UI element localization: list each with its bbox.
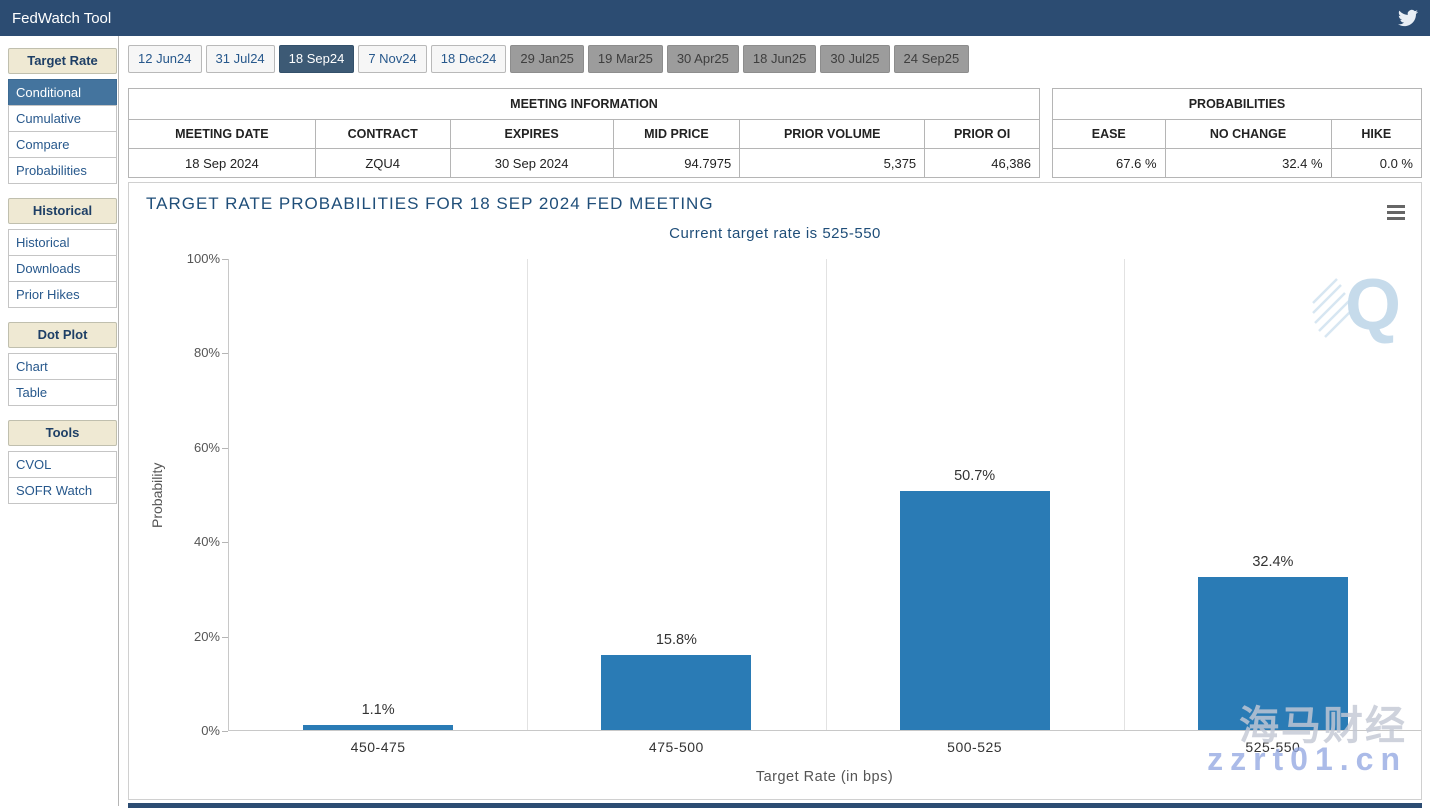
cell-hike: 0.0 % [1331,149,1421,178]
plot-area: 1.1%450-47515.8%475-50050.7%500-52532.4%… [228,259,1421,731]
sidebar-item-conditional[interactable]: Conditional [8,79,117,106]
tab-18-sep24[interactable]: 18 Sep24 [279,45,355,73]
tab-19-mar25[interactable]: 19 Mar25 [588,45,663,73]
app-header: FedWatch Tool [0,0,1430,36]
cell-meeting-date: 18 Sep 2024 [129,149,316,178]
y-tick-mark [222,448,228,449]
sidebar-item-cvol[interactable]: CVOL [8,451,117,478]
cell-ease: 67.6 % [1053,149,1166,178]
y-tick-mark [222,637,228,638]
y-tick-label: 60% [160,440,220,455]
sidebar-item-chart[interactable]: Chart [8,353,117,380]
tab-30-apr25[interactable]: 30 Apr25 [667,45,739,73]
y-tick-mark [222,542,228,543]
y-tick-label: 0% [160,723,220,738]
column-header-ease: EASE [1053,120,1166,149]
column-header-prior-oi: PRIOR OI [925,120,1040,149]
meeting-information-table-title: MEETING INFORMATION [129,89,1040,120]
sidebar-item-prior-hikes[interactable]: Prior Hikes [8,281,117,308]
tab-18-jun25[interactable]: 18 Jun25 [743,45,817,73]
chart-title: TARGET RATE PROBABILITIES FOR 18 SEP 202… [146,194,714,214]
bar-450-475[interactable] [303,725,453,730]
bar-value-label: 50.7% [826,468,1124,484]
vertical-gridline [1421,259,1422,730]
x-category-label: 450-475 [229,739,527,755]
bar-value-label: 32.4% [1124,554,1422,570]
sidebar-item-sofr-watch[interactable]: SOFR Watch [8,477,117,504]
meeting-information-table: MEETING INFORMATIONMEETING DATECONTRACTE… [128,88,1040,178]
tab-18-dec24[interactable]: 18 Dec24 [431,45,507,73]
category-slot-500-525: 50.7%500-525 [826,259,1124,730]
category-slot-475-500: 15.8%475-500 [527,259,825,730]
bar-value-label: 15.8% [527,632,825,648]
meeting-tab-bar: 12 Jun2431 Jul2418 Sep247 Nov2418 Dec242… [128,45,1422,73]
y-tick-mark [222,259,228,260]
x-category-label: 500-525 [826,739,1124,755]
cell-no-change: 32.4 % [1165,149,1331,178]
cell-prior-volume: 5,375 [740,149,925,178]
tab-31-jul24[interactable]: 31 Jul24 [206,45,275,73]
app-title: FedWatch Tool [12,10,1398,27]
sidebar-item-table[interactable]: Table [8,379,117,406]
cell-prior-oi: 46,386 [925,149,1040,178]
sidebar-item-historical[interactable]: Historical [8,229,117,256]
probabilities-table-title: PROBABILITIES [1053,89,1422,120]
y-axis-title: Probability [149,259,165,731]
column-header-no-change: NO CHANGE [1165,120,1331,149]
column-header-hike: HIKE [1331,120,1421,149]
tab-24-sep25[interactable]: 24 Sep25 [894,45,970,73]
sidebar-section-dot-plot: Dot Plot [8,322,117,348]
x-category-label: 475-500 [527,739,825,755]
bar-value-label: 1.1% [229,702,527,718]
y-tick-mark [222,353,228,354]
cell-contract: ZQU4 [315,149,450,178]
column-header-expires: EXPIRES [450,120,613,149]
chart-export-menu-icon[interactable] [1387,205,1405,223]
tab-29-jan25[interactable]: 29 Jan25 [510,45,584,73]
category-slot-450-475: 1.1%450-475 [229,259,527,730]
chart-subtitle: Current target rate is 525-550 [129,225,1421,242]
y-tick-label: 80% [160,345,220,360]
sidebar-item-compare[interactable]: Compare [8,131,117,158]
sidebar-item-cumulative[interactable]: Cumulative [8,105,117,132]
column-header-meeting-date: MEETING DATE [129,120,316,149]
y-tick-label: 20% [160,629,220,644]
twitter-icon[interactable] [1398,8,1418,28]
column-header-prior-volume: PRIOR VOLUME [740,120,925,149]
info-tables-row: MEETING INFORMATIONMEETING DATECONTRACTE… [128,88,1422,178]
sidebar-item-probabilities[interactable]: Probabilities [8,157,117,184]
y-tick-label: 100% [160,251,220,266]
category-slot-525-550: 32.4%525-550 [1124,259,1422,730]
bar-500-525[interactable] [900,491,1050,730]
sidebar-section-tools: Tools [8,420,117,446]
y-tick-mark [222,731,228,732]
sidebar-section-historical: Historical [8,198,117,224]
cell-mid-price: 94.7975 [613,149,740,178]
column-header-contract: CONTRACT [315,120,450,149]
main-content: 12 Jun2431 Jul2418 Sep247 Nov2418 Dec242… [119,36,1430,806]
watermark-url-text: zzrt01.cn [1207,741,1407,778]
cell-expires: 30 Sep 2024 [450,149,613,178]
table-row: 18 Sep 2024ZQU430 Sep 202494.79755,37546… [129,149,1040,178]
bar-475-500[interactable] [601,655,751,730]
sidebar-item-downloads[interactable]: Downloads [8,255,117,282]
sidebar-section-target-rate: Target Rate [8,48,117,74]
probabilities-table: PROBABILITIESEASENO CHANGEHIKE67.6 %32.4… [1052,88,1422,178]
chart-panel: TARGET RATE PROBABILITIES FOR 18 SEP 202… [128,182,1422,800]
tab-12-jun24[interactable]: 12 Jun24 [128,45,202,73]
sidebar: Target RateConditionalCumulativeCompareP… [0,36,119,806]
y-tick-label: 40% [160,534,220,549]
column-header-mid-price: MID PRICE [613,120,740,149]
tab-30-jul25[interactable]: 30 Jul25 [820,45,889,73]
tab-7-nov24[interactable]: 7 Nov24 [358,45,426,73]
table-row: 67.6 %32.4 %0.0 % [1053,149,1422,178]
